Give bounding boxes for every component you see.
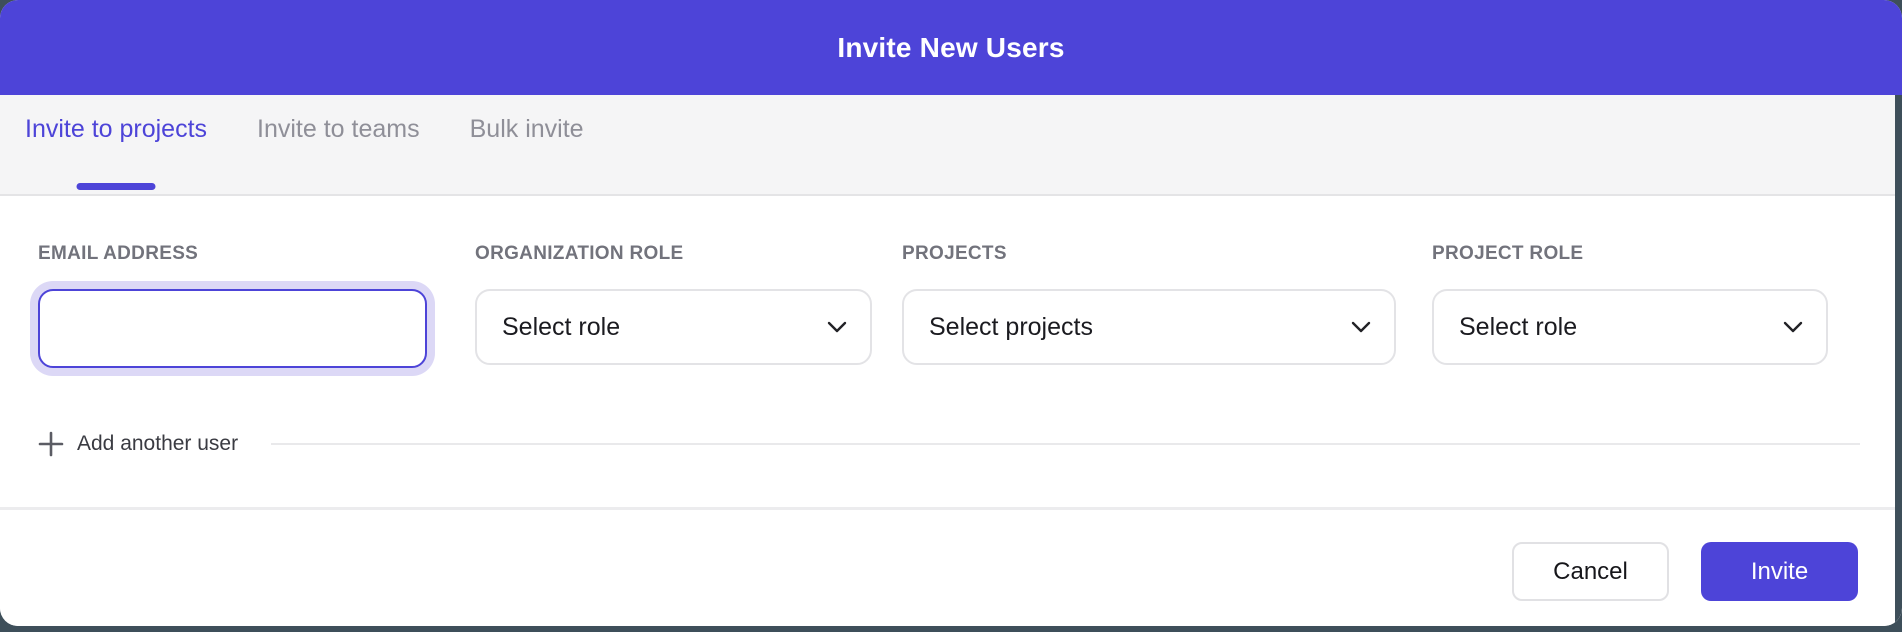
tab-invite-to-teams[interactable]: Invite to teams [257, 112, 420, 194]
select-value: Select projects [929, 313, 1093, 342]
select-value: Select role [502, 313, 620, 342]
modal-header: Invite New Users [0, 0, 1902, 95]
screen-backdrop: Invite New Users Invite to projects Invi… [0, 0, 1902, 632]
project-role-label: PROJECT ROLE [1432, 245, 1828, 262]
add-user-divider [271, 443, 1860, 445]
projects-select[interactable]: Select projects [902, 289, 1396, 365]
tab-label: Bulk invite [470, 115, 584, 143]
projects-field: PROJECTS Select projects [902, 245, 1396, 365]
organization-role-label: ORGANIZATION ROLE [475, 245, 872, 262]
project-role-select[interactable]: Select role [1432, 289, 1828, 365]
chevron-down-icon [1783, 321, 1803, 334]
email-address-label: EMAIL ADDRESS [38, 245, 427, 262]
tab-bulk-invite[interactable]: Bulk invite [470, 112, 584, 194]
organization-role-field: ORGANIZATION ROLE Select role [475, 245, 872, 365]
modal-footer: Cancel Invite [0, 510, 1902, 626]
project-role-field: PROJECT ROLE Select role [1432, 245, 1828, 365]
modal-title: Invite New Users [837, 32, 1064, 64]
scrollbar[interactable] [1895, 95, 1902, 626]
cancel-button[interactable]: Cancel [1512, 542, 1669, 601]
email-address-field: EMAIL ADDRESS [38, 245, 427, 368]
chevron-down-icon [1351, 321, 1371, 334]
email-address-input[interactable] [38, 289, 427, 368]
tab-label: Invite to projects [25, 115, 207, 143]
tab-invite-to-projects[interactable]: Invite to projects [25, 112, 207, 194]
invite-button[interactable]: Invite [1701, 542, 1858, 601]
plus-icon [38, 431, 64, 457]
invite-users-modal: Invite New Users Invite to projects Invi… [0, 0, 1902, 626]
invite-form: EMAIL ADDRESS ORGANIZATION ROLE Select r… [0, 196, 1902, 462]
select-value: Select role [1459, 313, 1577, 342]
organization-role-select[interactable]: Select role [475, 289, 872, 365]
active-tab-underline [77, 183, 156, 190]
projects-label: PROJECTS [902, 245, 1396, 262]
chevron-down-icon [827, 321, 847, 334]
tab-label: Invite to teams [257, 115, 420, 143]
add-user-row: Add another user [38, 426, 1860, 462]
user-fields-row: EMAIL ADDRESS ORGANIZATION ROLE Select r… [38, 245, 1860, 368]
add-another-user-button[interactable]: Add another user [38, 431, 238, 457]
add-another-user-label: Add another user [77, 432, 238, 456]
tab-bar: Invite to projects Invite to teams Bulk … [0, 95, 1902, 196]
